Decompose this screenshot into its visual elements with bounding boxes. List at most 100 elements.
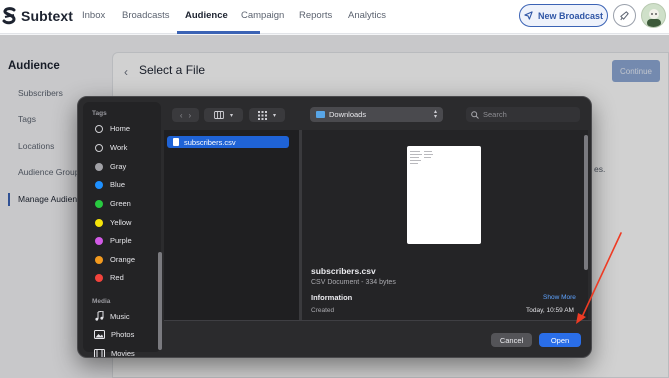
tag-work[interactable]: Work (95, 143, 127, 152)
continue-button[interactable]: Continue (612, 60, 660, 82)
media-movies[interactable]: Movies (94, 349, 135, 358)
photos-icon (94, 330, 105, 339)
view-mode-columns[interactable]: ▾ (204, 108, 243, 122)
tag-dot-icon (95, 273, 103, 282)
tag-dot-icon (95, 180, 103, 189)
media-label: Movies (111, 349, 135, 358)
preview-pane: subscribers.csv CSV Document - 334 bytes… (302, 130, 588, 320)
media-header: Media (92, 298, 111, 305)
cancel-button[interactable]: Cancel (491, 333, 532, 347)
dialog-sidebar: Tags Home Work Gray Blue Green Yellow Pu… (83, 102, 162, 357)
megaphone-icon (620, 11, 629, 21)
megaphone-button[interactable] (613, 4, 636, 27)
tab-analytics[interactable]: Analytics (348, 10, 386, 21)
subtext-logo-icon (2, 7, 16, 25)
tag-label: Gray (110, 162, 127, 171)
tag-red[interactable]: Red (95, 273, 124, 282)
tag-dot-icon (95, 162, 103, 171)
tag-yellow[interactable]: Yellow (95, 218, 131, 227)
show-more-link[interactable]: Show More (543, 294, 576, 301)
group-by-menu[interactable]: ▾ (249, 108, 285, 122)
obscured-text: es. (594, 164, 606, 174)
avatar[interactable] (641, 3, 666, 28)
search-icon (471, 110, 479, 119)
tag-label: Green (110, 199, 131, 208)
tag-dot-icon (95, 124, 103, 133)
search-placeholder: Search (483, 110, 507, 119)
preview-file-type: CSV Document - 334 bytes (311, 279, 396, 286)
sidebar-item-subscribers[interactable]: Subscribers (18, 88, 63, 98)
tag-label: Work (110, 143, 128, 152)
footer-divider (164, 320, 591, 321)
chevron-down-icon: ▾ (229, 112, 233, 119)
folder-icon (316, 111, 325, 118)
media-photos[interactable]: Photos (94, 330, 134, 339)
tab-inbox[interactable]: Inbox (82, 10, 105, 21)
created-label: Created (311, 307, 335, 314)
search-field[interactable]: Search (466, 107, 580, 122)
tag-label: Orange (110, 255, 136, 264)
avatar-image-icon (646, 8, 661, 27)
media-label: Music (110, 311, 130, 321)
tag-dot-icon (95, 199, 103, 208)
location-dropdown[interactable]: Downloads ▴ ▾ (310, 107, 443, 122)
sidebar-item-tags[interactable]: Tags (18, 114, 36, 124)
tags-header: Tags (92, 110, 107, 117)
file-open-dialog: Tags Home Work Gray Blue Green Yellow Pu… (77, 96, 592, 358)
app-logo[interactable]: Subtext (2, 6, 73, 26)
file-row-selected[interactable]: subscribers.csv (167, 136, 289, 148)
file-column: subscribers.csv (164, 130, 299, 320)
page-title: Select a File (139, 63, 206, 77)
tag-dot-icon (95, 255, 103, 264)
tag-blue[interactable]: Blue (95, 180, 125, 189)
tag-gray[interactable]: Gray (95, 162, 126, 171)
tag-green[interactable]: Green (95, 199, 131, 208)
media-music[interactable]: Music (94, 311, 130, 321)
media-label: Photos (111, 330, 135, 339)
tag-label: Blue (110, 180, 126, 189)
forward-arrow-icon[interactable]: › (189, 111, 192, 120)
information-heading: Information (311, 293, 353, 302)
sidebar-item-manage-audience[interactable]: Manage Audien (18, 194, 77, 204)
file-thumbnail (407, 146, 481, 244)
tag-home[interactable]: Home (95, 124, 130, 133)
tag-label: Yellow (110, 218, 132, 227)
logo-text: Subtext (21, 8, 74, 24)
tab-reports[interactable]: Reports (299, 10, 332, 21)
tag-label: Home (110, 124, 131, 133)
up-down-chevron-icon: ▴ ▾ (433, 108, 437, 120)
tag-dot-icon (95, 143, 103, 152)
document-icon (173, 138, 179, 146)
active-tab-indicator (177, 31, 260, 34)
sidebar-scrollbar[interactable] (158, 252, 162, 350)
send-icon (524, 11, 533, 20)
open-button[interactable]: Open (539, 333, 581, 347)
file-name: subscribers.csv (184, 137, 236, 147)
grid-icon (257, 110, 267, 120)
tag-dot-icon (95, 218, 103, 227)
sidebar-item-audience-group[interactable]: Audience Group (18, 167, 79, 177)
back-forward-buttons[interactable]: ‹ › (172, 108, 199, 122)
tab-campaign[interactable]: Campaign (241, 10, 284, 21)
film-icon (94, 349, 105, 357)
columns-view-icon (214, 111, 224, 119)
sidebar-item-locations[interactable]: Locations (18, 141, 54, 151)
tag-purple[interactable]: Purple (95, 236, 132, 245)
back-chevron-icon[interactable]: ‹ (124, 65, 128, 79)
top-nav: Subtext Inbox Broadcasts Audience Campai… (0, 0, 669, 34)
sidebar-active-indicator (8, 193, 10, 206)
chevron-down-icon: ▾ (272, 112, 276, 119)
tag-label: Red (110, 273, 124, 282)
new-broadcast-button[interactable]: New Broadcast (519, 4, 608, 27)
preview-file-name: subscribers.csv (311, 266, 376, 276)
tab-broadcasts[interactable]: Broadcasts (122, 10, 170, 21)
created-value: Today, 10:59 AM (526, 307, 574, 314)
location-label: Downloads (329, 110, 367, 119)
music-note-icon (95, 311, 104, 321)
tab-audience[interactable]: Audience (185, 10, 228, 21)
back-arrow-icon[interactable]: ‹ (180, 111, 183, 120)
tag-label: Purple (110, 236, 132, 245)
tag-orange[interactable]: Orange (95, 255, 135, 264)
preview-scrollbar[interactable] (584, 135, 588, 270)
new-broadcast-label: New Broadcast (537, 10, 604, 21)
